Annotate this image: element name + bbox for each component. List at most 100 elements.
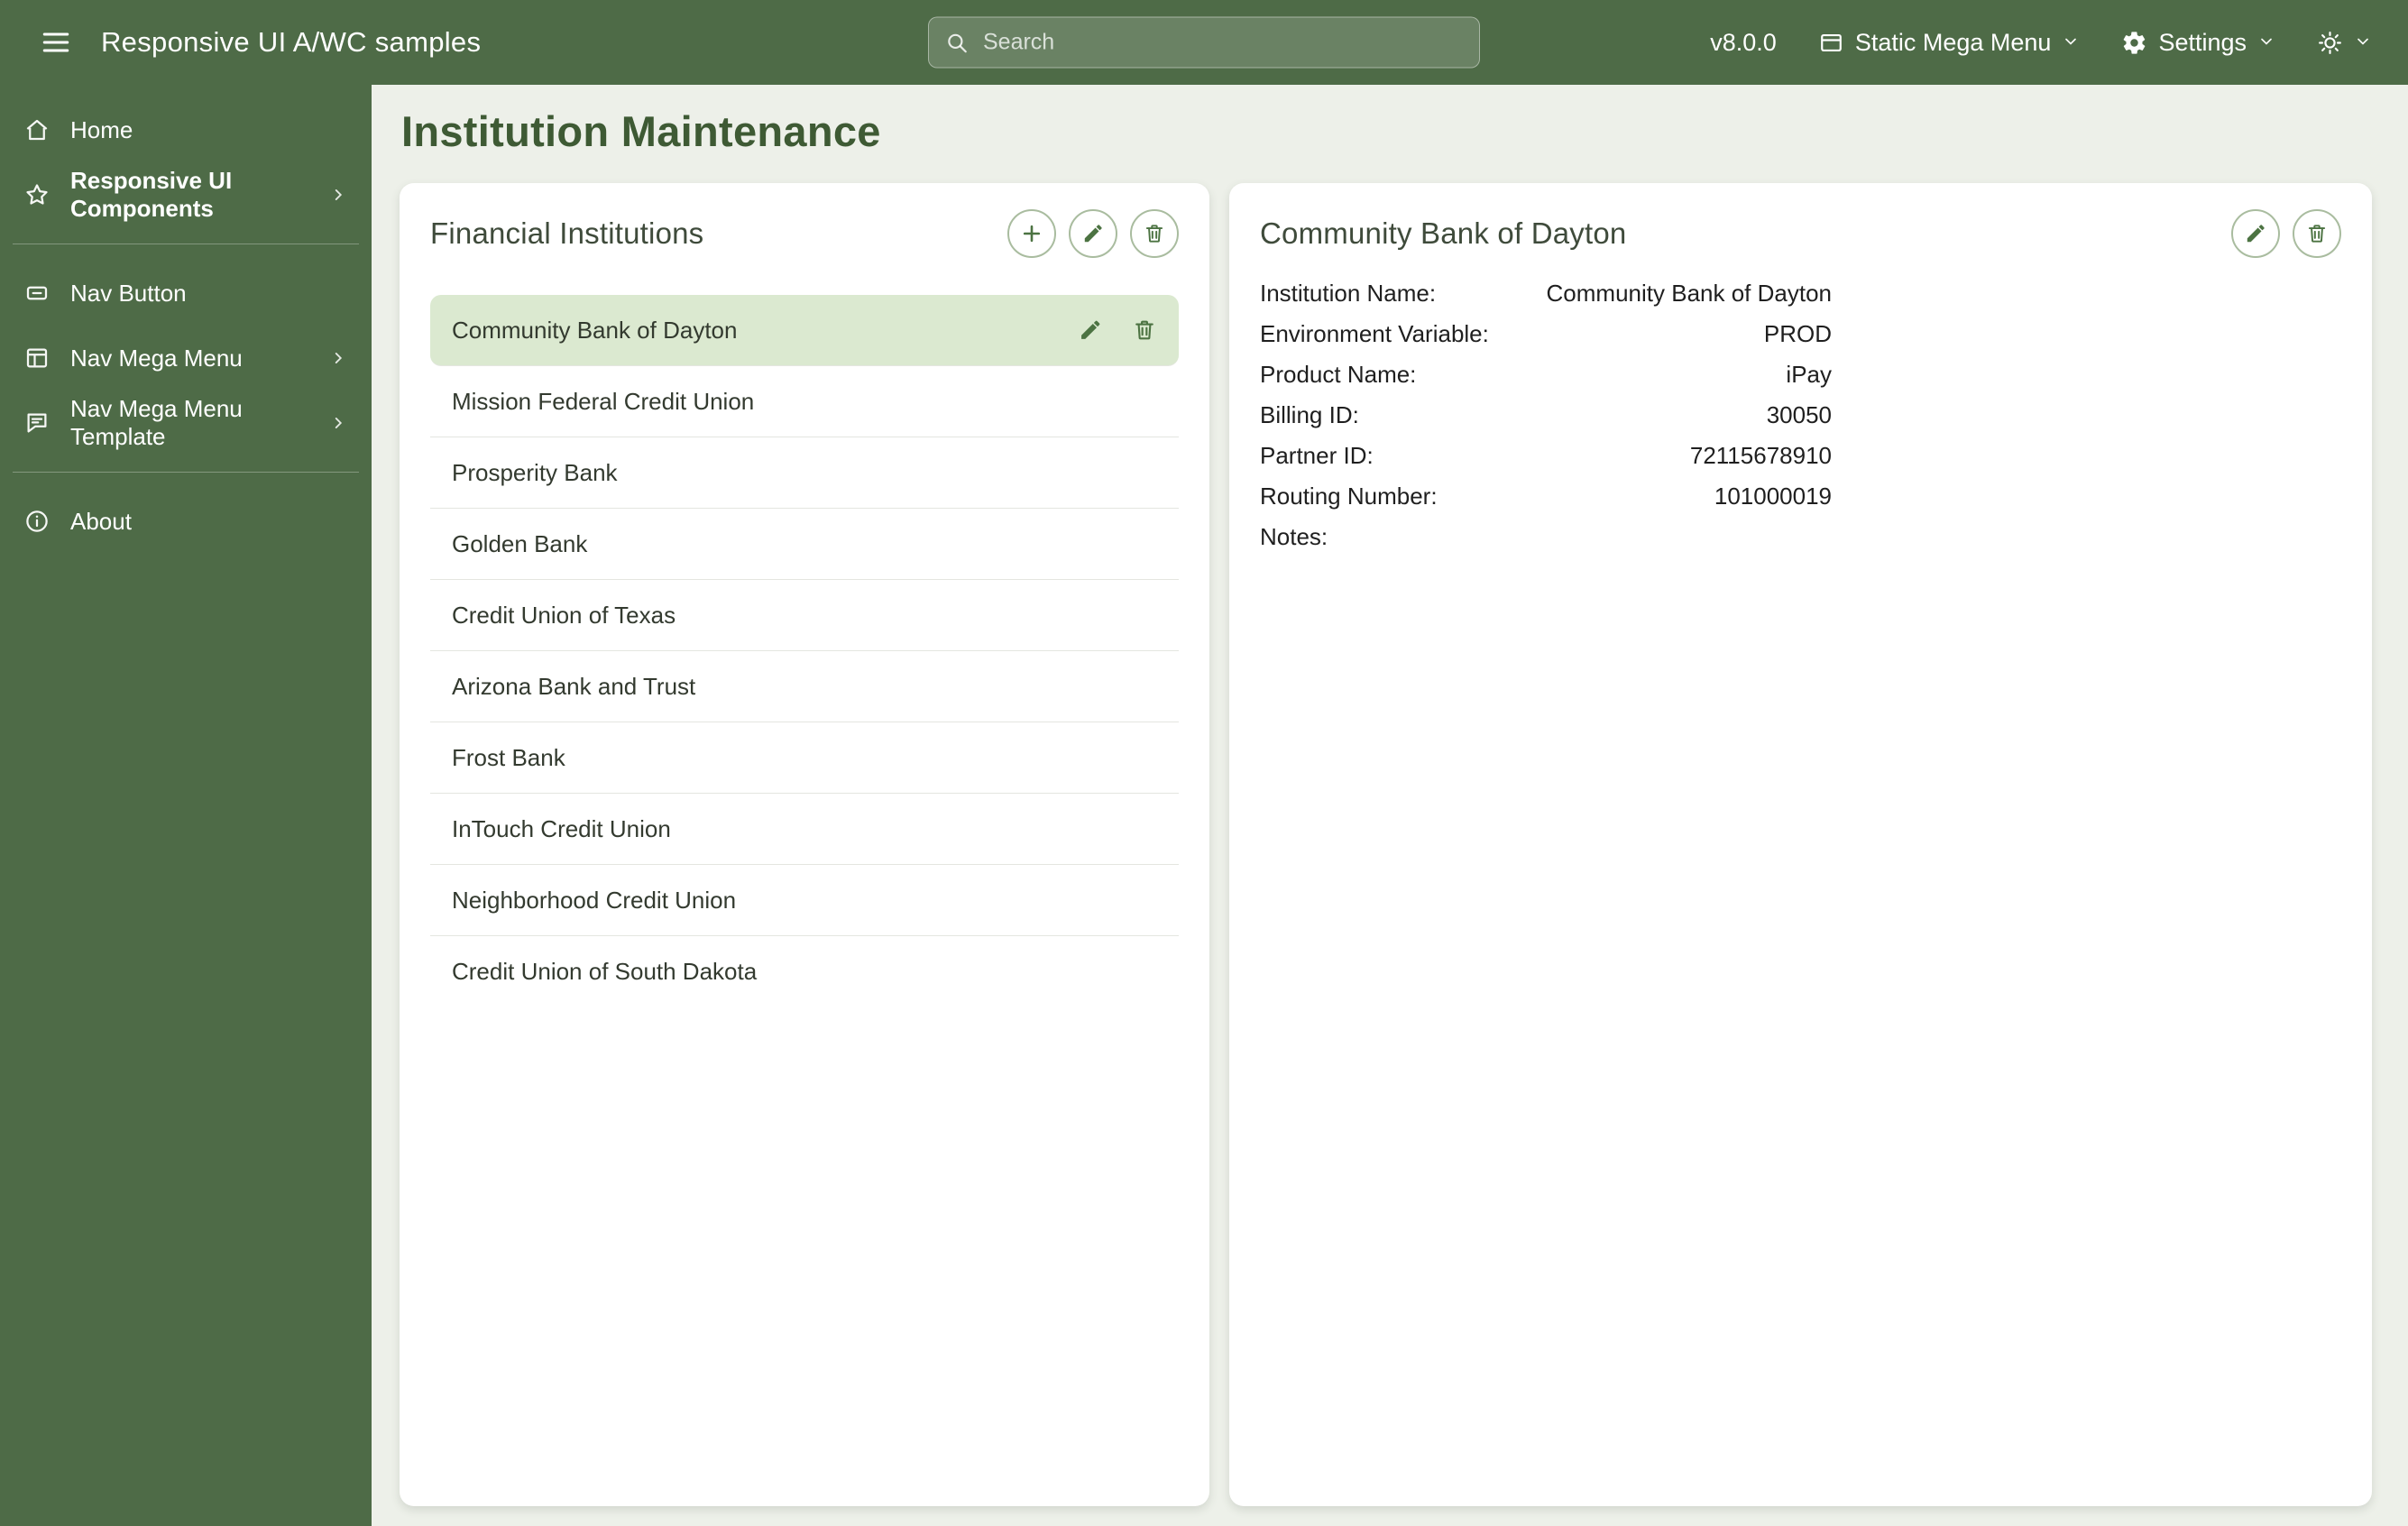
- trash-icon: [1132, 317, 1157, 343]
- nav-mega-menu-template-icon: [23, 409, 51, 437]
- version-label: v8.0.0: [1710, 28, 1777, 56]
- sidebar-item-label: About: [70, 507, 132, 535]
- hamburger-menu-button[interactable]: [36, 23, 76, 62]
- settings-button[interactable]: Settings: [2121, 29, 2275, 57]
- institution-detail-title: Community Bank of Dayton: [1260, 216, 1627, 250]
- list-item[interactable]: Community Bank of Dayton: [430, 295, 1179, 366]
- delete-row-button[interactable]: [1132, 317, 1157, 343]
- chevron-down-icon: [2257, 29, 2275, 57]
- list-item-label: Golden Bank: [452, 529, 588, 557]
- delete-detail-button[interactable]: [2293, 209, 2341, 258]
- detail-row: Notes:: [1260, 517, 1832, 557]
- sidebar: Home Responsive UI Components Nav Button: [0, 85, 372, 1526]
- detail-label: Institution Name:: [1260, 280, 1437, 307]
- list-item[interactable]: Credit Union of Texas: [430, 580, 1179, 651]
- detail-value: 30050: [1766, 401, 1832, 428]
- edit-institution-button[interactable]: [1069, 209, 1117, 258]
- chevron-right-icon: [328, 185, 348, 205]
- list-item-label: Frost Bank: [452, 743, 565, 771]
- detail-label: Partner ID:: [1260, 442, 1374, 469]
- list-item-label: Neighborhood Credit Union: [452, 886, 737, 914]
- chevron-down-icon: [2354, 29, 2372, 57]
- detail-row: Partner ID: 72115678910: [1260, 436, 1832, 476]
- financial-institutions-title: Financial Institutions: [430, 216, 704, 250]
- topbar-right: v8.0.0 Static Mega Menu Settings: [1710, 29, 2372, 57]
- chevron-right-icon: [328, 348, 348, 368]
- star-icon: [23, 181, 51, 208]
- sidebar-item-nav-mega-menu-template[interactable]: Nav Mega Menu Template: [0, 391, 372, 455]
- financial-institutions-header: Financial Institutions: [430, 208, 1179, 259]
- nav-button-icon: [23, 280, 51, 307]
- list-item[interactable]: Arizona Bank and Trust: [430, 651, 1179, 722]
- search-icon: [945, 31, 969, 54]
- detail-label: Environment Variable:: [1260, 320, 1489, 347]
- detail-value: 101000019: [1714, 483, 1832, 510]
- page-title: Institution Maintenance: [401, 107, 881, 155]
- main-content: Institution Maintenance Financial Instit…: [372, 85, 2408, 1526]
- plus-icon: [1020, 222, 1043, 245]
- list-item[interactable]: Prosperity Bank: [430, 437, 1179, 509]
- shell: Home Responsive UI Components Nav Button: [0, 85, 2408, 1526]
- delete-institution-button[interactable]: [1130, 209, 1179, 258]
- detail-label: Product Name:: [1260, 361, 1417, 388]
- edit-row-button[interactable]: [1078, 317, 1103, 343]
- institutions-list: Community Bank of Dayton Mission Federal…: [430, 295, 1179, 1007]
- detail-row: Institution Name: Community Bank of Dayt…: [1260, 273, 1832, 314]
- sidebar-item-label: Responsive UI Components: [70, 167, 233, 222]
- sidebar-divider: [13, 472, 359, 473]
- detail-value: 72115678910: [1689, 442, 1832, 469]
- cards-row: Financial Institutions Community Bank of…: [400, 183, 2372, 1506]
- static-mega-menu-button[interactable]: Static Mega Menu: [1818, 29, 2081, 57]
- edit-detail-button[interactable]: [2231, 209, 2280, 258]
- pencil-icon: [1081, 222, 1105, 245]
- settings-label: Settings: [2158, 28, 2247, 56]
- search-input[interactable]: [981, 28, 1463, 57]
- info-icon: [23, 508, 51, 535]
- list-item-label: Arizona Bank and Trust: [452, 672, 696, 700]
- list-item[interactable]: Frost Bank: [430, 722, 1179, 794]
- row-actions: [1078, 317, 1157, 343]
- detail-fields: Institution Name: Community Bank of Dayt…: [1260, 273, 1832, 557]
- chevron-right-icon: [328, 413, 348, 433]
- sidebar-item-home[interactable]: Home: [0, 97, 372, 162]
- list-item-label: Credit Union of South Dakota: [452, 958, 758, 985]
- trash-icon: [2305, 222, 2329, 245]
- list-item-label: Prosperity Bank: [452, 458, 618, 486]
- chevron-down-icon: [2062, 29, 2080, 57]
- detail-value: iPay: [1786, 361, 1832, 388]
- sidebar-item-nav-button[interactable]: Nav Button: [0, 261, 372, 326]
- sidebar-item-label: Nav Mega Menu: [70, 344, 243, 372]
- detail-row: Billing ID: 30050: [1260, 395, 1832, 436]
- sidebar-item-responsive-ui-components[interactable]: Responsive UI Components: [0, 162, 372, 227]
- list-item[interactable]: Golden Bank: [430, 509, 1179, 580]
- institution-detail-header: Community Bank of Dayton: [1260, 208, 2341, 259]
- pencil-icon: [2244, 222, 2267, 245]
- list-item[interactable]: Credit Union of South Dakota: [430, 936, 1179, 1007]
- list-item[interactable]: Neighborhood Credit Union: [430, 865, 1179, 936]
- list-item-label: Mission Federal Credit Union: [452, 387, 755, 415]
- mega-menu-label: Static Mega Menu: [1854, 28, 2052, 56]
- list-item[interactable]: InTouch Credit Union: [430, 794, 1179, 865]
- add-institution-button[interactable]: [1007, 209, 1056, 258]
- list-item-label: Credit Union of Texas: [452, 601, 676, 629]
- detail-label: Notes:: [1260, 523, 1328, 550]
- detail-value: Community Bank of Dayton: [1546, 280, 1832, 307]
- detail-label: Billing ID:: [1260, 401, 1359, 428]
- sidebar-item-label: Nav Button: [70, 279, 187, 307]
- pencil-icon: [1078, 317, 1103, 343]
- detail-label: Routing Number:: [1260, 483, 1438, 510]
- sidebar-item-nav-mega-menu[interactable]: Nav Mega Menu: [0, 326, 372, 391]
- theme-toggle-button[interactable]: [2317, 29, 2372, 57]
- detail-actions: [2231, 209, 2341, 258]
- app-bar: Responsive UI A/WC samples v8.0.0 Static…: [0, 0, 2408, 85]
- list-item[interactable]: Mission Federal Credit Union: [430, 366, 1179, 437]
- detail-value: PROD: [1763, 320, 1832, 347]
- detail-row: Product Name: iPay: [1260, 354, 1832, 395]
- gear-icon: [2121, 30, 2147, 56]
- nav-mega-menu-icon: [23, 345, 51, 372]
- search-box: [928, 16, 1480, 69]
- sidebar-item-about[interactable]: About: [0, 489, 372, 554]
- app-root: Responsive UI A/WC samples v8.0.0 Static…: [0, 0, 2408, 1526]
- app-title: Responsive UI A/WC samples: [101, 26, 482, 58]
- sun-icon: [2317, 30, 2343, 56]
